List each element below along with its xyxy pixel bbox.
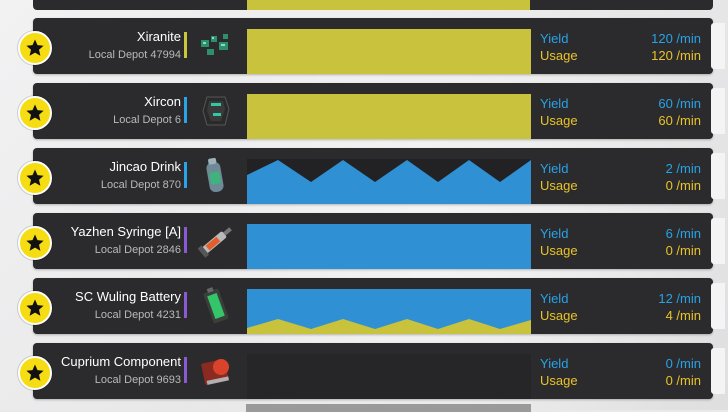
- item-chart: [247, 354, 531, 399]
- item-depot: Local Depot 2846: [94, 244, 181, 256]
- item-chart: [247, 29, 531, 74]
- item-name: Cuprium Component: [61, 354, 181, 369]
- star-icon[interactable]: [18, 291, 52, 325]
- item-chart: [247, 159, 531, 204]
- item-depot: Local Depot 47994: [88, 49, 181, 61]
- star-icon[interactable]: [18, 356, 52, 390]
- item-name: Xiranite: [136, 29, 181, 44]
- rarity-bar: [184, 292, 187, 318]
- usage-label: Usage: [540, 243, 578, 258]
- xircon-icon: [193, 89, 239, 133]
- star-icon[interactable]: [18, 161, 52, 195]
- item-chart: [247, 224, 531, 269]
- xiranite-icon: [193, 24, 239, 68]
- usage-value: 120 /min: [651, 48, 701, 63]
- rarity-bar: [184, 357, 187, 383]
- card-side-tab: [711, 23, 725, 69]
- item-chart-partial: [247, 0, 530, 10]
- item-depot: Local Depot 4231: [94, 309, 181, 321]
- yield-value: 6 /min: [665, 226, 701, 241]
- item-name: Jincao Drink: [109, 159, 181, 174]
- yield-label: Yield: [540, 31, 569, 46]
- card-side-tab: [711, 153, 725, 199]
- rarity-bar: [184, 32, 187, 58]
- star-icon[interactable]: [18, 226, 52, 260]
- usage-value: 0 /min: [665, 373, 701, 388]
- usage-label: Usage: [540, 308, 578, 323]
- yield-label: Yield: [540, 161, 569, 176]
- usage-label: Usage: [540, 373, 578, 388]
- usage-value: 4 /min: [665, 308, 701, 323]
- item-depot: Local Depot 870: [100, 179, 181, 191]
- item-name: Xircon: [144, 94, 181, 109]
- yazhen-syringe-icon: [193, 219, 239, 263]
- list-item[interactable]: Yazhen Syringe [A] Local Depot 2846 Yiel…: [18, 213, 725, 269]
- yield-label: Yield: [540, 356, 569, 371]
- list-item[interactable]: Xiranite Local Depot 47994 Yield Usage 1…: [18, 18, 725, 74]
- yield-label: Yield: [540, 291, 569, 306]
- card-side-tab: [711, 283, 725, 329]
- yield-label: Yield: [540, 96, 569, 111]
- jincao-drink-icon: [193, 154, 239, 198]
- card-side-tab: [711, 348, 725, 394]
- yield-value: 2 /min: [665, 161, 701, 176]
- card-side-tab: [711, 218, 725, 264]
- yield-value: 60 /min: [658, 96, 701, 111]
- list-item[interactable]: Xircon Local Depot 6 Yield Usage 60 /min…: [18, 83, 725, 139]
- usage-label: Usage: [540, 48, 578, 63]
- card-side-tab: [711, 88, 725, 134]
- list-item[interactable]: Cuprium Component Local Depot 9693 Yield…: [18, 343, 725, 399]
- cuprium-component-icon: [193, 349, 239, 393]
- star-icon[interactable]: [18, 96, 52, 130]
- item-name: SC Wuling Battery: [75, 289, 181, 304]
- list-item[interactable]: Jincao Drink Local Depot 870 Yield Usage…: [18, 148, 725, 204]
- rarity-bar: [184, 227, 187, 253]
- list-item-partial-bottom: [246, 404, 531, 412]
- usage-value: 0 /min: [665, 243, 701, 258]
- yield-label: Yield: [540, 226, 569, 241]
- list-item-partial-top: [33, 0, 713, 10]
- item-depot: Local Depot 6: [113, 114, 181, 126]
- item-chart: [247, 289, 531, 334]
- sc-wuling-battery-icon: [193, 284, 239, 328]
- item-name: Yazhen Syringe [A]: [70, 224, 181, 239]
- item-chart: [247, 94, 531, 139]
- yield-value: 120 /min: [651, 31, 701, 46]
- rarity-bar: [184, 97, 187, 123]
- star-icon[interactable]: [18, 31, 52, 65]
- rarity-bar: [184, 162, 187, 188]
- usage-label: Usage: [540, 113, 578, 128]
- item-depot: Local Depot 9693: [94, 374, 181, 386]
- usage-value: 60 /min: [658, 113, 701, 128]
- yield-value: 0 /min: [665, 356, 701, 371]
- list-item[interactable]: SC Wuling Battery Local Depot 4231 Yield…: [18, 278, 725, 334]
- usage-value: 0 /min: [665, 178, 701, 193]
- yield-value: 12 /min: [658, 291, 701, 306]
- usage-label: Usage: [540, 178, 578, 193]
